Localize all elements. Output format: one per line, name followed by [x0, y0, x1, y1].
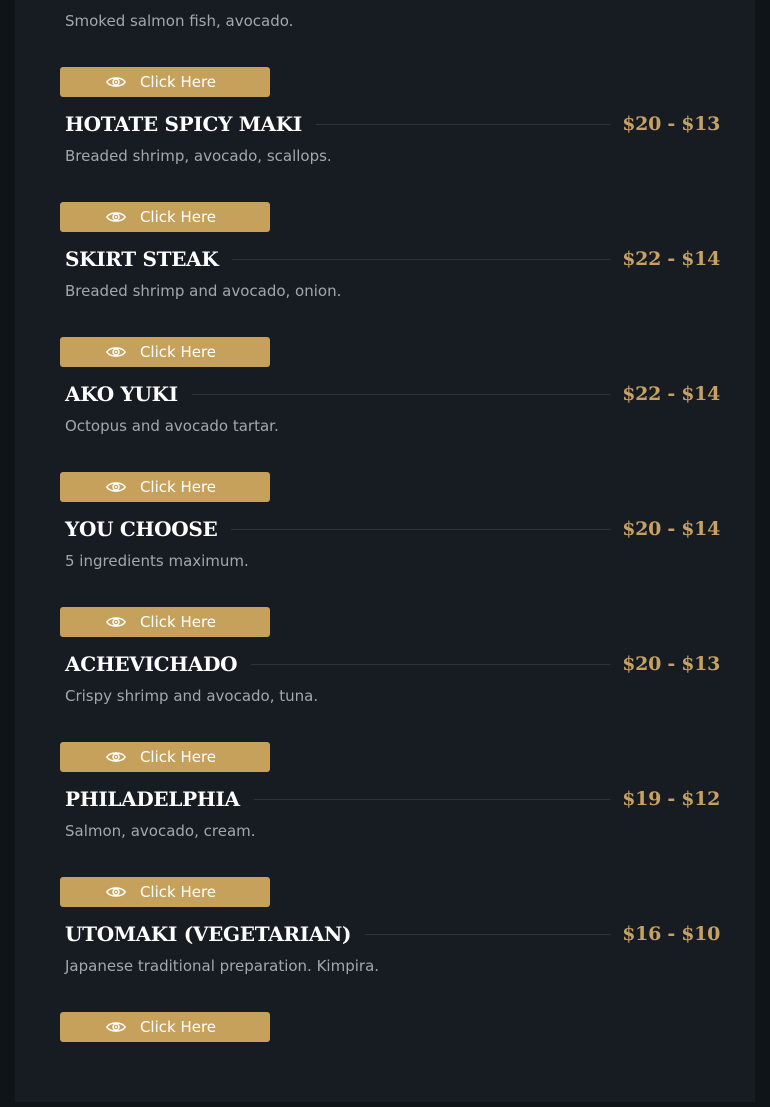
menu-panel: Smoked salmon fish, avocado. Click Here … — [15, 0, 755, 1102]
click-here-button[interactable]: Click Here — [60, 607, 270, 637]
item-title-row: PHILADELPHIA $19 - $12 — [65, 786, 720, 812]
item-description: Octopus and avocado tartar. — [65, 417, 279, 435]
item-title: SKIRT STEAK — [65, 247, 219, 271]
eye-icon — [105, 345, 126, 359]
click-here-label: Click Here — [139, 1018, 217, 1036]
item-title-row: ACHEVICHADO $20 - $13 — [65, 651, 720, 677]
item-price: $19 - $12 — [622, 788, 720, 810]
eye-icon — [105, 75, 126, 89]
dotted-leader — [315, 123, 611, 125]
item-title: UTOMAKI (VEGETARIAN) — [65, 922, 352, 946]
item-title: PHILADELPHIA — [65, 787, 240, 811]
menu-item: Click Here YOU CHOOSE $20 - $14 5 ingred… — [60, 472, 720, 607]
item-description: Breaded shrimp, avocado, scallops. — [65, 147, 332, 165]
dotted-leader — [191, 393, 611, 395]
menu-item: Click Here PHILADELPHIA $19 - $12 Salmon… — [60, 742, 720, 877]
menu-item: Click Here AKO YUKI $22 - $14 Octopus an… — [60, 337, 720, 472]
item-price: $16 - $10 — [622, 923, 720, 945]
eye-icon — [105, 210, 126, 224]
dotted-leader — [365, 933, 611, 935]
item-description: Salmon, avocado, cream. — [65, 822, 256, 840]
item-price: $20 - $13 — [622, 653, 720, 675]
click-here-button[interactable]: Click Here — [60, 67, 270, 97]
click-here-button[interactable]: Click Here — [60, 472, 270, 502]
click-here-label: Click Here — [139, 613, 217, 631]
click-here-button[interactable]: Click Here — [60, 742, 270, 772]
item-price: $20 - $13 — [622, 113, 720, 135]
click-here-button[interactable]: Click Here — [60, 337, 270, 367]
click-here-label: Click Here — [139, 343, 217, 361]
item-title: YOU CHOOSE — [65, 517, 218, 541]
click-here-label: Click Here — [139, 73, 217, 91]
menu-item: Click Here ACHEVICHADO $20 - $13 Crispy … — [60, 607, 720, 742]
dotted-leader — [251, 663, 611, 665]
click-here-button[interactable]: Click Here — [60, 1012, 270, 1042]
click-here-label: Click Here — [139, 208, 217, 226]
item-description: Breaded shrimp and avocado, onion. — [65, 282, 342, 300]
eye-icon — [105, 750, 126, 764]
item-price: $22 - $14 — [622, 383, 720, 405]
menu-item-footer: Click Here — [60, 1012, 720, 1042]
menu-item: Click Here UTOMAKI (VEGETARIAN) $16 - $1… — [60, 877, 720, 1012]
item-price: $20 - $14 — [622, 518, 720, 540]
item-description: 5 ingredients maximum. — [65, 552, 249, 570]
click-here-label: Click Here — [139, 748, 217, 766]
click-here-button[interactable]: Click Here — [60, 202, 270, 232]
eye-icon — [105, 1020, 126, 1034]
item-description: Crispy shrimp and avocado, tuna. — [65, 687, 319, 705]
item-title-row: YOU CHOOSE $20 - $14 — [65, 516, 720, 542]
eye-icon — [105, 615, 126, 629]
click-here-button[interactable]: Click Here — [60, 877, 270, 907]
dotted-leader — [253, 798, 611, 800]
item-title: HOTATE SPICY MAKI — [65, 112, 302, 136]
menu-item: Click Here SKIRT STEAK $22 - $14 Breaded… — [60, 202, 720, 337]
menu-item: Click Here HOTATE SPICY MAKI $20 - $13 B… — [60, 67, 720, 202]
item-title-row: HOTATE SPICY MAKI $20 - $13 — [65, 111, 720, 137]
item-title-row: SKIRT STEAK $22 - $14 — [65, 246, 720, 272]
item-title-row: UTOMAKI (VEGETARIAN) $16 - $10 — [65, 921, 720, 947]
item-description: Smoked salmon fish, avocado. — [65, 12, 294, 30]
click-here-label: Click Here — [139, 883, 217, 901]
dotted-leader — [232, 258, 611, 260]
click-here-label: Click Here — [139, 478, 217, 496]
item-title: AKO YUKI — [65, 382, 178, 406]
dotted-leader — [231, 528, 611, 530]
item-title-row: AKO YUKI $22 - $14 — [65, 381, 720, 407]
eye-icon — [105, 480, 126, 494]
item-price: $22 - $14 — [622, 248, 720, 270]
eye-icon — [105, 885, 126, 899]
item-description: Japanese traditional preparation. Kimpir… — [65, 957, 380, 975]
item-title: ACHEVICHADO — [65, 652, 238, 676]
